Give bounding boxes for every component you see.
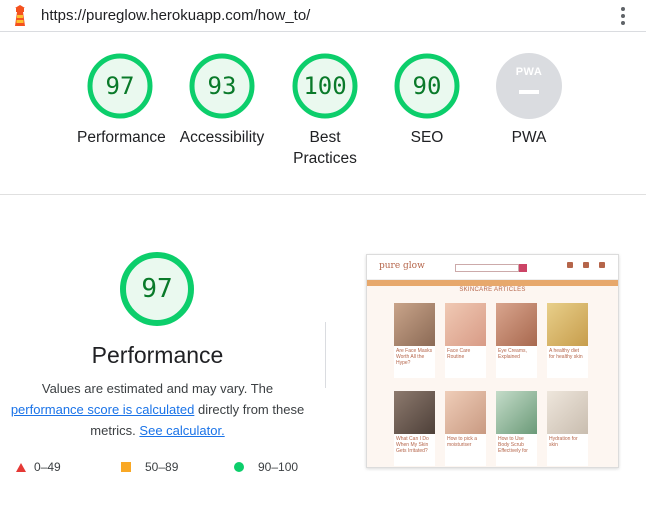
legend-range: 0–49 [34,460,61,474]
score-value: 100 [303,72,347,100]
article-card: Hydration for skin [547,391,588,466]
performance-gauge: 97 [119,251,195,327]
score-label: Performance [77,129,166,146]
article-title: How to pick a moisturiser [447,436,478,448]
gauge-pwa[interactable]: PWA PWA [492,53,566,148]
article-title: Face Care Routine [447,348,471,360]
article-image [445,303,486,346]
article-image [394,391,435,434]
article-title: How to Use Body Scrub Effectively for [498,436,528,454]
site-brand: pure glow [379,261,425,271]
article-card: A healthy diet for healthy skin [547,303,588,378]
section-divider [0,194,646,195]
square-icon [121,462,131,472]
circle-icon [234,462,244,472]
article-card: Face Care Routine [445,303,486,378]
article-image [496,303,537,346]
article-image [394,303,435,346]
score-value: 97 [105,72,135,100]
gauge-accessibility[interactable]: 93 Accessibility [176,53,268,148]
article-image [547,391,588,434]
article-title: Eye Creams, Explained [498,348,527,360]
heart-icon [583,262,589,268]
address-bar: https://pureglow.herokuapp.com/how_to/ [0,0,646,32]
article-title: What Can I Do When My Skin Gets Irritate… [396,436,429,454]
legend-fail: 0–49 [16,460,61,474]
score-label: PWA [511,129,547,146]
legend-range: 90–100 [258,460,299,474]
site-banner [367,280,618,286]
score-value: 90 [412,72,442,100]
section-title: SKINCARE ARTICLES [459,287,526,293]
article-image [496,391,537,434]
score-calculated-link[interactable]: performance score is calculated [11,402,195,417]
gauge-performance[interactable]: 97 Performance [77,53,166,148]
article-title: A healthy diet for healthy skin [549,348,583,360]
legend-pass: 90–100 [234,460,298,474]
score-label: Accessibility [179,129,265,146]
article-card: Are Face Masks Worth All the Hype? [394,303,435,378]
vertical-divider [325,322,326,388]
performance-score: 97 [141,274,173,304]
article-image [445,391,486,434]
triangle-icon [16,462,26,472]
lighthouse-icon [15,5,25,26]
account-icon [567,262,573,268]
see-calculator-link[interactable]: See calculator. [139,423,224,438]
cart-icon [599,262,605,268]
score-label: Best Practices [293,129,357,167]
legend-range: 50–89 [145,460,179,474]
page-url[interactable]: https://pureglow.herokuapp.com/how_to/ [41,7,310,24]
score-label: SEO [410,129,444,146]
performance-description: Values are estimated and may vary. The p… [0,378,315,441]
article-title: Are Face Masks Worth All the Hype? [396,348,433,366]
site-search [455,264,519,272]
pwa-badge-text: PWA [515,66,543,78]
article-image [547,303,588,346]
final-screenshot[interactable]: pure glow SKINCARE ARTICLES Are Face Mas… [366,254,619,468]
performance-title: Performance [91,342,224,368]
score-value: 93 [207,72,237,100]
article-card: How to Use Body Scrub Effectively for [496,391,537,466]
article-title: Hydration for skin [549,436,578,448]
gauge-seo[interactable]: 90 SEO [390,53,464,148]
site-header: pure glow [367,255,618,280]
search-icon [519,264,527,272]
legend-average: 50–89 [121,460,178,474]
article-card: How to pick a moisturiser [445,391,486,466]
article-card: What Can I Do When My Skin Gets Irritate… [394,391,435,466]
kebab-menu-icon[interactable] [616,5,630,27]
desc-text: Values are estimated and may vary. The [41,381,274,396]
pwa-badge-icon [496,53,562,119]
article-card: Eye Creams, Explained [496,303,537,378]
gauge-best-practices[interactable]: 100 Best Practices [286,53,364,169]
